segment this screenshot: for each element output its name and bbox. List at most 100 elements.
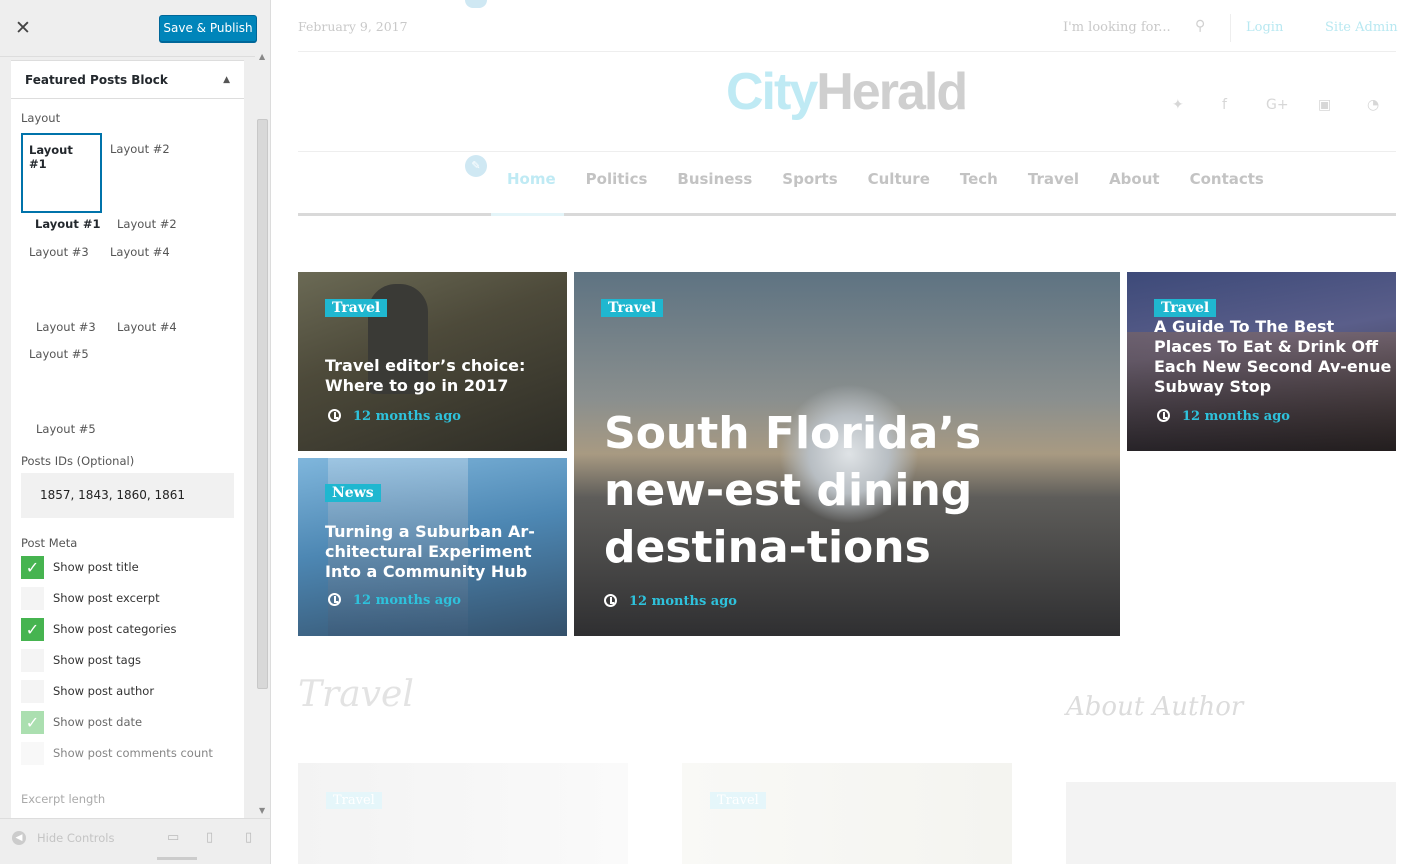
card-category[interactable]: Travel <box>601 299 664 317</box>
card-meta: 12 months ago <box>328 409 461 424</box>
meta-label: Show post excerpt <box>53 591 160 605</box>
header-date: February 9, 2017 <box>298 19 408 34</box>
nav-sports[interactable]: Sports <box>782 170 837 188</box>
nav-tech[interactable]: Tech <box>960 170 998 188</box>
layout-caption-5: Layout #5 <box>36 422 96 436</box>
layout-option-2[interactable]: Layout #2 <box>110 142 170 156</box>
meta-label: Show post tags <box>53 653 142 667</box>
google-plus-icon[interactable]: G+ <box>1266 97 1289 113</box>
checkbox-checked[interactable]: ✓ <box>21 617 44 641</box>
nav-travel[interactable]: Travel <box>1028 170 1079 188</box>
meta-label: Show post comments count <box>53 746 213 760</box>
section-title-author: About Author <box>1066 692 1244 722</box>
layout-option-3[interactable]: Layout #3 <box>29 245 89 259</box>
facebook-icon[interactable]: f <box>1222 97 1227 113</box>
scroll-down-icon[interactable]: ▼ <box>259 806 265 815</box>
card-category[interactable]: Travel <box>1154 299 1217 317</box>
layout-caption-2: Layout #2 <box>117 217 177 231</box>
travel-post-image-2[interactable] <box>682 763 1012 864</box>
checkbox-checked[interactable]: ✓ <box>21 710 44 734</box>
scroll-up-icon[interactable]: ▲ <box>259 52 265 61</box>
layout-option-5[interactable]: Layout #5 <box>29 347 89 361</box>
card-category[interactable]: Travel <box>325 299 388 317</box>
layout-option-4[interactable]: Layout #4 <box>110 245 170 259</box>
featured-card-2[interactable]: News Turning a Suburban Ar-chitectural E… <box>298 458 567 636</box>
clock-icon <box>328 593 341 606</box>
checkbox-unchecked[interactable] <box>21 586 44 610</box>
youtube-icon[interactable]: ▣ <box>1318 97 1331 113</box>
faded-category-2[interactable]: Travel <box>710 792 766 809</box>
featured-card-1[interactable]: Travel Travel editor’s choice: Where to … <box>298 272 567 451</box>
panel-header[interactable]: Featured Posts Block ▲ <box>11 60 244 99</box>
meta-row-author[interactable]: Show post author <box>21 679 154 703</box>
mobile-preview-icon[interactable]: ▯ <box>245 830 252 845</box>
search-input[interactable]: I'm looking for... <box>1063 20 1171 35</box>
author-image <box>1066 782 1396 864</box>
customizer-footer: ◀ Hide Controls ▭ ▯ ▯ <box>0 818 270 864</box>
travel-post-image-1[interactable] <box>298 763 628 864</box>
layout-caption-1: Layout #1 <box>35 217 101 231</box>
card-time: 12 months ago <box>353 593 461 608</box>
nav-politics[interactable]: Politics <box>586 170 648 188</box>
card-title[interactable]: Travel editor’s choice: Where to go in 2… <box>325 356 560 396</box>
layout-label: Layout <box>21 111 61 125</box>
nav-contacts[interactable]: Contacts <box>1190 170 1264 188</box>
scroll-thumb[interactable] <box>257 119 268 689</box>
meta-row-date[interactable]: ✓ Show post date <box>21 710 142 734</box>
drag-handle[interactable] <box>157 857 197 860</box>
checkbox-unchecked[interactable] <box>21 648 44 672</box>
meta-label: Show post title <box>53 560 139 574</box>
card-time: 12 months ago <box>1182 409 1290 424</box>
checkbox-checked[interactable]: ✓ <box>21 555 44 579</box>
meta-row-excerpt[interactable]: Show post excerpt <box>21 586 160 610</box>
collapse-up-icon[interactable]: ▲ <box>223 75 230 85</box>
meta-row-tags[interactable]: Show post tags <box>21 648 141 672</box>
posts-ids-input[interactable]: 1857, 1843, 1860, 1861 <box>21 473 234 518</box>
nav-about[interactable]: About <box>1109 170 1160 188</box>
card-title[interactable]: Turning a Suburban Ar-chitectural Experi… <box>325 522 560 582</box>
main-nav: Home Politics Business Sports Culture Te… <box>492 170 1294 188</box>
featured-card-4[interactable]: Travel A Guide To The Best Places To Eat… <box>1127 272 1396 451</box>
card-category[interactable]: News <box>325 484 381 502</box>
edit-shortcut-icon[interactable] <box>465 0 487 8</box>
hide-controls-icon[interactable]: ◀ <box>12 831 26 845</box>
sidebar-scrollbar[interactable]: ▲ ▼ <box>255 47 270 817</box>
rss-icon[interactable]: ◔ <box>1367 97 1379 113</box>
site-logo[interactable]: CityHerald <box>726 62 968 122</box>
meta-row-title[interactable]: ✓ Show post title <box>21 555 139 579</box>
close-icon[interactable]: ✕ <box>12 16 34 40</box>
post-meta-label: Post Meta <box>21 536 78 550</box>
nav-culture[interactable]: Culture <box>868 170 930 188</box>
featured-posts-panel: Featured Posts Block ▲ Layout Layout #1 … <box>11 60 244 818</box>
meta-label: Show post date <box>53 715 143 729</box>
card-meta: 12 months ago <box>1157 409 1290 424</box>
hide-controls-label[interactable]: Hide Controls <box>37 831 114 845</box>
twitter-icon[interactable]: ✦ <box>1172 97 1184 113</box>
search-icon[interactable]: ⚲ <box>1195 18 1205 34</box>
meta-row-categories[interactable]: ✓ Show post categories <box>21 617 176 641</box>
meta-label: Show post author <box>53 684 155 698</box>
desktop-preview-icon[interactable]: ▭ <box>167 830 179 845</box>
checkbox-unchecked[interactable] <box>21 679 44 703</box>
excerpt-length-label: Excerpt length <box>21 792 106 806</box>
meta-row-comments[interactable]: Show post comments count <box>21 741 213 765</box>
save-publish-button[interactable]: Save & Publish <box>159 15 257 42</box>
site-admin-link[interactable]: Site Admin <box>1325 20 1398 35</box>
nav-home[interactable]: Home <box>507 170 556 188</box>
tablet-preview-icon[interactable]: ▯ <box>206 830 213 845</box>
layout-caption-3: Layout #3 <box>36 320 96 334</box>
edit-pencil-icon[interactable]: ✎ <box>465 155 487 177</box>
nav-active-indicator <box>491 213 564 216</box>
nav-business[interactable]: Business <box>677 170 752 188</box>
clock-icon <box>328 409 341 422</box>
login-link[interactable]: Login <box>1246 20 1283 35</box>
layout-option-1[interactable]: Layout #1 <box>21 133 102 213</box>
faded-category-1[interactable]: Travel <box>326 792 382 809</box>
card-time: 12 months ago <box>353 409 461 424</box>
card-title[interactable]: A Guide To The Best Places To Eat & Drin… <box>1154 317 1392 397</box>
logo-rule <box>298 151 1396 152</box>
checkbox-unchecked[interactable] <box>21 741 44 765</box>
card-title[interactable]: South Florida’s new-est dining destina-t… <box>604 405 1094 576</box>
meta-label: Show post categories <box>53 622 177 636</box>
featured-card-main[interactable]: Travel South Florida’s new-est dining de… <box>574 272 1120 636</box>
